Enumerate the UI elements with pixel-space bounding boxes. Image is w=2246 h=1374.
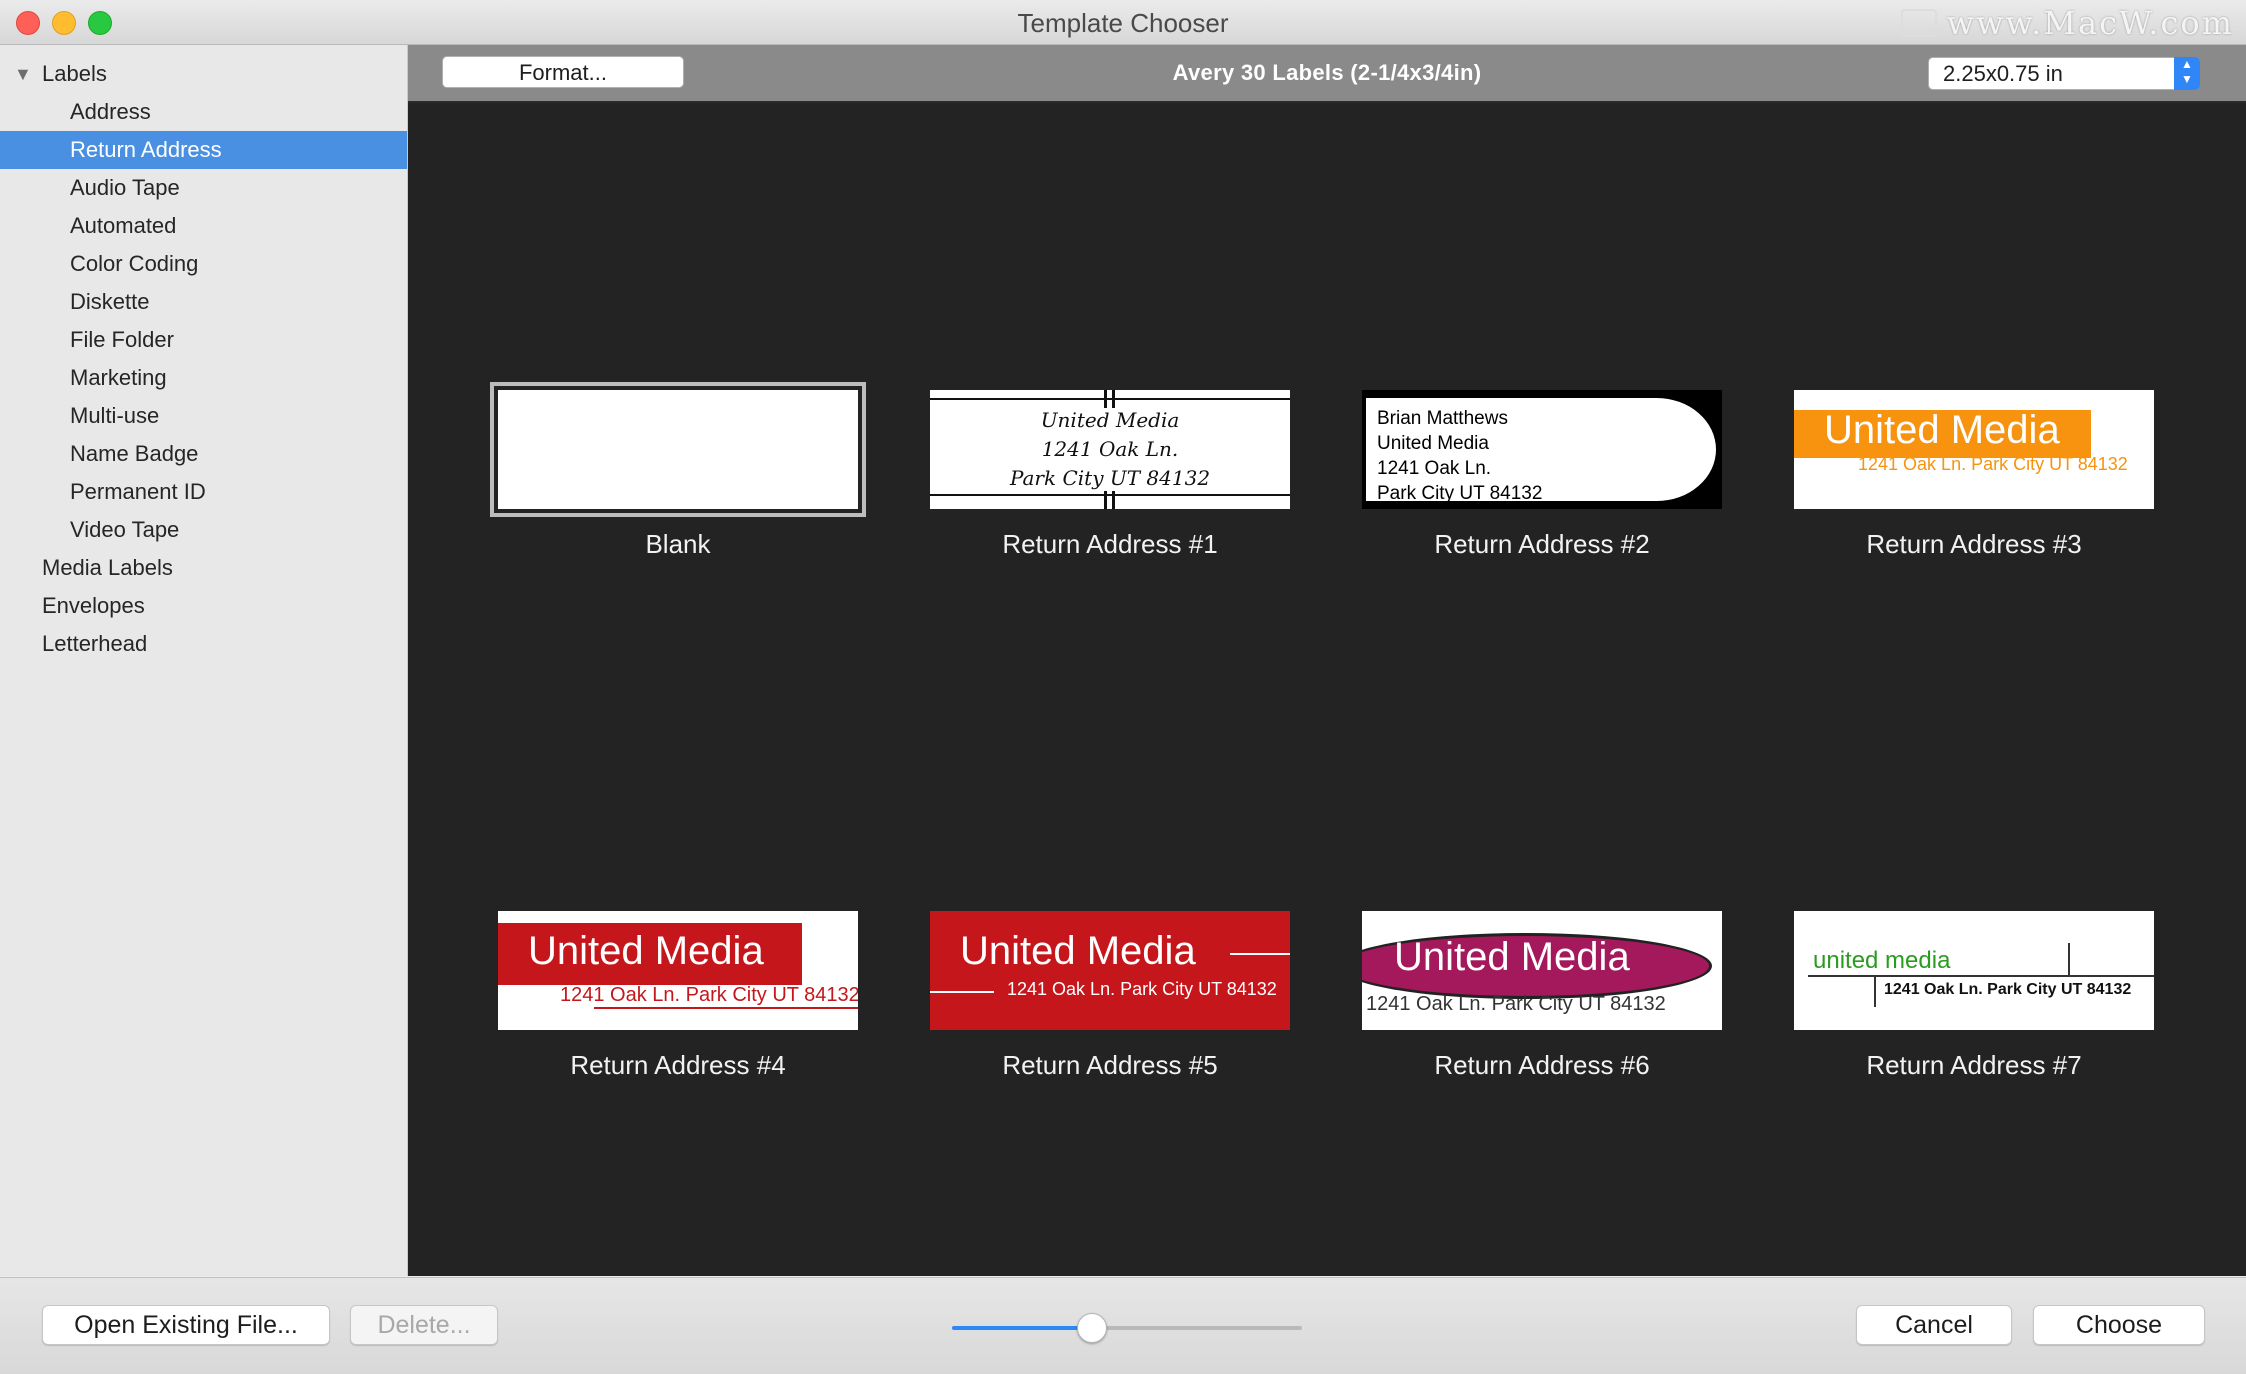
rule-line	[1808, 975, 2154, 977]
sidebar-item-label: Multi-use	[70, 403, 160, 428]
sidebar-item-labels[interactable]: ▼ Labels	[0, 55, 407, 93]
sidebar-item-label: Audio Tape	[70, 175, 180, 200]
label-title: United Media	[1394, 935, 1630, 979]
sidebar-item-label: Video Tape	[70, 517, 180, 542]
label-size-select[interactable]: 2.25x0.75 in ▲ ▼	[1928, 57, 2200, 90]
sidebar-item-video-tape[interactable]: Video Tape	[0, 511, 407, 549]
label-title: United Media	[528, 929, 764, 973]
sidebar-item-label: Automated	[70, 213, 177, 238]
sidebar-item-return-address[interactable]: Return Address	[0, 131, 407, 169]
sidebar-item-media-labels[interactable]: Media Labels	[0, 549, 407, 587]
updown-chevron-icon[interactable]: ▲ ▼	[2174, 57, 2200, 90]
template-toolbar: Format... Avery 30 Labels (2-1/4x3/4in) …	[408, 45, 2246, 103]
label-subtitle: 1241 Oak Ln. Park City UT 84132	[1366, 993, 1666, 1015]
sidebar-item-label: Letterhead	[42, 631, 148, 656]
sidebar-item-label: Return Address	[70, 137, 222, 162]
sidebar-item-label: File Folder	[70, 327, 174, 352]
sidebar-item-audio-tape[interactable]: Audio Tape	[0, 169, 407, 207]
label-title: united media	[1813, 947, 1951, 974]
rule-line	[594, 1007, 858, 1009]
sidebar-item-label: Name Badge	[70, 441, 199, 466]
label-title: United Media	[1824, 408, 2060, 452]
sidebar-item-multi-use[interactable]: Multi-use	[0, 397, 407, 435]
sidebar-item-label: Diskette	[70, 289, 150, 314]
rule-line	[1874, 975, 1876, 1007]
label-line: Brian Matthews	[1377, 408, 1508, 429]
rule-line	[2068, 943, 2070, 975]
label-line: United Media	[1040, 408, 1180, 432]
sidebar-item-label: Envelopes	[42, 593, 145, 618]
template-label: Return Address #3	[1866, 529, 2082, 559]
open-existing-file-button[interactable]: Open Existing File...	[42, 1305, 330, 1345]
choose-button[interactable]: Choose	[2033, 1305, 2205, 1345]
label-title: United Media	[960, 929, 1196, 973]
label-subtitle: 1241 Oak Ln. Park City UT 84132	[1007, 979, 1277, 999]
zoom-slider-knob[interactable]	[1077, 1313, 1107, 1343]
label-subtitle: 1241 Oak Ln. Park City UT 84132	[560, 984, 858, 1006]
monitor-icon	[1900, 9, 1937, 37]
label-line: 1241 Oak Ln.	[1377, 458, 1492, 479]
sidebar-item-label: Marketing	[70, 365, 167, 390]
sidebar-item-marketing[interactable]: Marketing	[0, 359, 407, 397]
label-size-value: 2.25x0.75 in	[1943, 61, 2063, 86]
cancel-button[interactable]: Cancel	[1856, 1305, 2012, 1345]
template-thumbnail[interactable]: Brian Matthews United Media 1241 Oak Ln.…	[1362, 390, 1722, 509]
label-line: Park City UT 84132	[1377, 483, 1543, 504]
sidebar-item-label: Color Coding	[70, 251, 199, 276]
rule-mark	[1104, 491, 1107, 509]
rule-mark	[1112, 491, 1115, 509]
label-line: Park City UT 84132	[1009, 466, 1211, 490]
sidebar-item-file-folder[interactable]: File Folder	[0, 321, 407, 359]
category-sidebar: ▼ Labels Address Return Address Audio Tape Au…	[0, 45, 408, 1276]
disclosure-triangle-icon[interactable]: ▼	[14, 55, 32, 93]
rule-line	[930, 398, 1290, 400]
template-thumbnail[interactable]: United Media 1241 Oak Ln. Park City UT 8…	[498, 911, 858, 1030]
label-line: United Media	[1377, 433, 1489, 454]
sidebar-item-label: Address	[70, 99, 151, 124]
sidebar-item-diskette[interactable]: Diskette	[0, 283, 407, 321]
sidebar-item-name-badge[interactable]: Name Badge	[0, 435, 407, 473]
label-subtitle: 1241 Oak Ln. Park City UT 84132	[1858, 454, 2128, 474]
template-label: Return Address #5	[1002, 1050, 1218, 1080]
sidebar-item-label: Labels	[42, 61, 107, 86]
template-thumbnail-blank[interactable]	[490, 382, 866, 517]
template-chooser-window: Template Chooser www.MacW.com ▼ Labels Add…	[0, 0, 2246, 1374]
sidebar-item-letterhead[interactable]: Letterhead	[0, 625, 407, 663]
label-text-block: Brian Matthews United Media 1241 Oak Ln.…	[1377, 406, 1542, 506]
template-thumbnail[interactable]: United Media 1241 Oak Ln. Park City UT 8…	[1362, 911, 1722, 1030]
rule-line	[930, 494, 1290, 496]
label-panel: Brian Matthews United Media 1241 Oak Ln.…	[1366, 398, 1716, 504]
title-bar: Template Chooser www.MacW.com	[0, 0, 2246, 45]
template-label: Return Address #1	[1002, 529, 1218, 559]
template-thumbnail[interactable]: United Media 1241 Oak Ln. Park City UT 8…	[1794, 390, 2154, 509]
template-thumbnail[interactable]: united media 1241 Oak Ln. Park City UT 8…	[1794, 911, 2154, 1030]
label-subtitle: 1241 Oak Ln. Park City UT 84132	[1884, 981, 2132, 998]
watermark: www.MacW.com	[1900, 4, 2234, 42]
bottom-bar: Open Existing File... Delete... Cancel C…	[0, 1277, 2246, 1374]
template-thumbnail[interactable]: United Media 1241 Oak Ln. Park City UT 8…	[930, 390, 1290, 509]
template-label: Return Address #7	[1866, 1050, 2082, 1080]
template-grid: Blank United Media 1241 Oak Ln. Park Cit…	[408, 103, 2246, 1276]
sidebar-item-envelopes[interactable]: Envelopes	[0, 587, 407, 625]
label-line: 1241 Oak Ln.	[1041, 437, 1179, 461]
rule-line	[930, 991, 994, 993]
template-label: Return Address #2	[1434, 529, 1650, 559]
delete-button[interactable]: Delete...	[350, 1305, 498, 1345]
sidebar-item-address[interactable]: Address	[0, 93, 407, 131]
template-thumbnail[interactable]: United Media 1241 Oak Ln. Park City UT 8…	[930, 911, 1290, 1030]
zoom-slider[interactable]	[952, 1313, 1302, 1343]
sidebar-item-permanent-id[interactable]: Permanent ID	[0, 473, 407, 511]
sidebar-item-automated[interactable]: Automated	[0, 207, 407, 245]
sidebar-item-color-coding[interactable]: Color Coding	[0, 245, 407, 283]
watermark-text: www.MacW.com	[1946, 4, 2234, 42]
template-label: Return Address #6	[1434, 1050, 1650, 1080]
sidebar-item-label: Permanent ID	[70, 479, 206, 504]
template-label: Blank	[645, 529, 711, 559]
zoom-slider-fill	[952, 1326, 1092, 1330]
sidebar-item-label: Media Labels	[42, 555, 173, 580]
rule-line	[1230, 953, 1290, 955]
template-label: Return Address #4	[570, 1050, 786, 1080]
